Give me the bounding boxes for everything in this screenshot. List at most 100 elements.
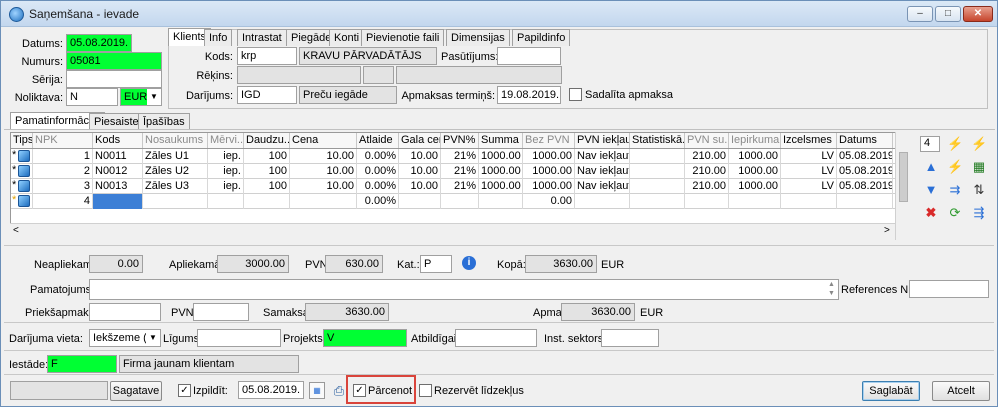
grid-cell-merv[interactable]: iep.	[208, 149, 244, 164]
darijuma-vieta-select[interactable]: Iekšzeme (I) ▼	[89, 329, 161, 347]
grid-cell-daudz[interactable]: 100	[244, 149, 290, 164]
grid-cell-cena[interactable]	[290, 194, 357, 209]
col-npk[interactable]: NPK	[33, 133, 93, 148]
grid-cell-kods[interactable]: N0011	[93, 149, 143, 164]
grid-cell-pvnsu[interactable]	[685, 194, 729, 209]
row-count-field[interactable]: 4	[920, 136, 940, 152]
col-cena[interactable]: Cena	[290, 133, 357, 148]
grid-cell-kods[interactable]: N0012	[93, 164, 143, 179]
grid-cell-stat[interactable]	[630, 164, 685, 179]
tab-pievienotie-faili[interactable]: Pievienotie faili	[361, 29, 445, 46]
grid-cell-atl[interactable]: 0.00%	[357, 194, 399, 209]
grid-cell-iep[interactable]	[729, 194, 781, 209]
grid-cell-stat[interactable]	[630, 149, 685, 164]
grid-cell-izc[interactable]: LV	[781, 149, 837, 164]
grid-cell-gala[interactable]: 10.00	[399, 179, 441, 194]
grid-cell-gala[interactable]: 10.00	[399, 149, 441, 164]
grid-cell-nos[interactable]	[143, 194, 208, 209]
serija-field[interactable]	[66, 70, 162, 88]
izpildit-checkbox[interactable]: ✓	[178, 384, 191, 397]
lightning-green-icon[interactable]: ⚡	[971, 136, 987, 152]
minimize-button[interactable]: –	[907, 6, 933, 22]
grid-cell-pvn[interactable]: 21%	[441, 164, 479, 179]
col-bez-pvn[interactable]: Bez PVN	[523, 133, 575, 148]
rezervet-checkbox[interactable]	[419, 384, 432, 397]
grid-cell-daudz[interactable]: 100	[244, 164, 290, 179]
grid-cell-nos[interactable]: Zāles U1	[143, 149, 208, 164]
sagatave-button[interactable]: Sagatave	[110, 381, 162, 401]
tab-papildinfo[interactable]: Papildinfo	[512, 29, 571, 46]
grid-cell-nos[interactable]: Zāles U3	[143, 179, 208, 194]
save-button[interactable]: Saglabāt	[862, 381, 920, 401]
scroll-left-icon[interactable]: <	[13, 225, 19, 236]
grid-cell-izc[interactable]: LV	[781, 179, 837, 194]
grid-cell-npk[interactable]: 1	[33, 149, 93, 164]
grid-cell-merv[interactable]: iep.	[208, 164, 244, 179]
grid-cell-gala[interactable]: 10.00	[399, 164, 441, 179]
grid-cell-cena[interactable]: 10.00	[290, 164, 357, 179]
tab-konti[interactable]: Konti	[329, 29, 365, 46]
grid-cell-npk[interactable]: 4	[33, 194, 93, 209]
col-iepirkuma[interactable]: Iepirkuma...	[729, 133, 781, 148]
print-icon[interactable]: ⎙	[331, 382, 347, 399]
excel-icon[interactable]: ▦	[971, 159, 987, 175]
table-row[interactable]: * 1 N0011 Zāles U1 iep. 100 10.00 0.00% 10.00 21%…	[11, 149, 910, 164]
arrow-down-icon[interactable]: ▼	[923, 182, 939, 198]
parcenot-checkbox[interactable]: ✓	[353, 384, 366, 397]
grid-cell-pvn[interactable]: 21%	[441, 179, 479, 194]
grid-cell-mark[interactable]: *	[11, 194, 33, 209]
payment-pvn-field[interactable]	[193, 303, 249, 321]
grid-cell-pvnsu[interactable]: 210.00	[685, 179, 729, 194]
grid-horizontal-scrollbar[interactable]: < >	[10, 223, 895, 240]
grid-cell-npk[interactable]: 2	[33, 164, 93, 179]
grid-cell-datums[interactable]: 05.08.2019.	[837, 179, 893, 194]
numurs-field[interactable]: 05081	[66, 52, 162, 70]
grid-cell-pvniek[interactable]: Nav iekļauts	[575, 179, 630, 194]
scroll-right-icon[interactable]: >	[884, 225, 890, 236]
col-datums[interactable]: Datums	[837, 133, 893, 148]
atbildigais-field[interactable]	[455, 329, 537, 347]
ligums-field[interactable]	[197, 329, 281, 347]
col-statistiska[interactable]: Statistiskā...	[630, 133, 685, 148]
table-row[interactable]: * 4 0.00% 0.00	[11, 194, 910, 209]
grid-cell-pvnsu[interactable]: 210.00	[685, 164, 729, 179]
grid-cell-summa[interactable]: 1000.00	[479, 179, 523, 194]
grid-cell-pvn[interactable]: 21%	[441, 149, 479, 164]
sadalita-apmaksa-checkbox[interactable]	[569, 88, 582, 101]
tab-ipasibas[interactable]: Īpašības	[138, 113, 190, 130]
tab-info[interactable]: Info	[204, 29, 233, 46]
grid-cell-bez[interactable]: 0.00	[523, 194, 575, 209]
grid-cell-cena[interactable]: 10.00	[290, 149, 357, 164]
col-nosaukums[interactable]: Nosaukums	[143, 133, 208, 148]
grid-cell-stat[interactable]	[630, 194, 685, 209]
close-button[interactable]: ✕	[963, 6, 993, 22]
col-pvn-ieklauts[interactable]: PVN iekļau...	[575, 133, 630, 148]
grid-cell-pvn[interactable]	[441, 194, 479, 209]
delete-icon[interactable]: ✖	[923, 205, 939, 221]
grid-cell-iep[interactable]: 1000.00	[729, 164, 781, 179]
grid-cell-npk[interactable]: 3	[33, 179, 93, 194]
grid-cell-summa[interactable]: 1000.00	[479, 164, 523, 179]
col-gala-cena[interactable]: Gala cena	[399, 133, 441, 148]
col-tips[interactable]: Tips	[11, 133, 33, 148]
grid-cell-mark[interactable]: *	[11, 149, 33, 164]
col-izcelsmes[interactable]: Izcelsmes ...	[781, 133, 837, 148]
grid-cell-daudz[interactable]: 100	[244, 179, 290, 194]
lightning-red-icon[interactable]: ⚡	[947, 159, 963, 175]
grid-cell-pvnsu[interactable]: 210.00	[685, 149, 729, 164]
grid-cell-bez[interactable]: 1000.00	[523, 164, 575, 179]
apmaksas-termins-field[interactable]: 19.08.2019.	[497, 86, 561, 104]
col-pvn-summa[interactable]: PVN su...	[685, 133, 729, 148]
col-kods[interactable]: Kods	[93, 133, 143, 148]
references-field[interactable]	[909, 280, 989, 298]
grid-cell-atl[interactable]: 0.00%	[357, 164, 399, 179]
grid-cell-bez[interactable]: 1000.00	[523, 149, 575, 164]
inst-sektors-field[interactable]	[601, 329, 659, 347]
grid-cell-izc[interactable]: LV	[781, 164, 837, 179]
izpildit-date-field[interactable]: 05.08.2019.	[238, 381, 304, 399]
grid-cell-atl[interactable]: 0.00%	[357, 149, 399, 164]
grid-cell-merv[interactable]	[208, 194, 244, 209]
projekts-field[interactable]: V	[323, 329, 407, 347]
col-daudzums[interactable]: Daudzu...	[244, 133, 290, 148]
grid-cell-summa[interactable]	[479, 194, 523, 209]
